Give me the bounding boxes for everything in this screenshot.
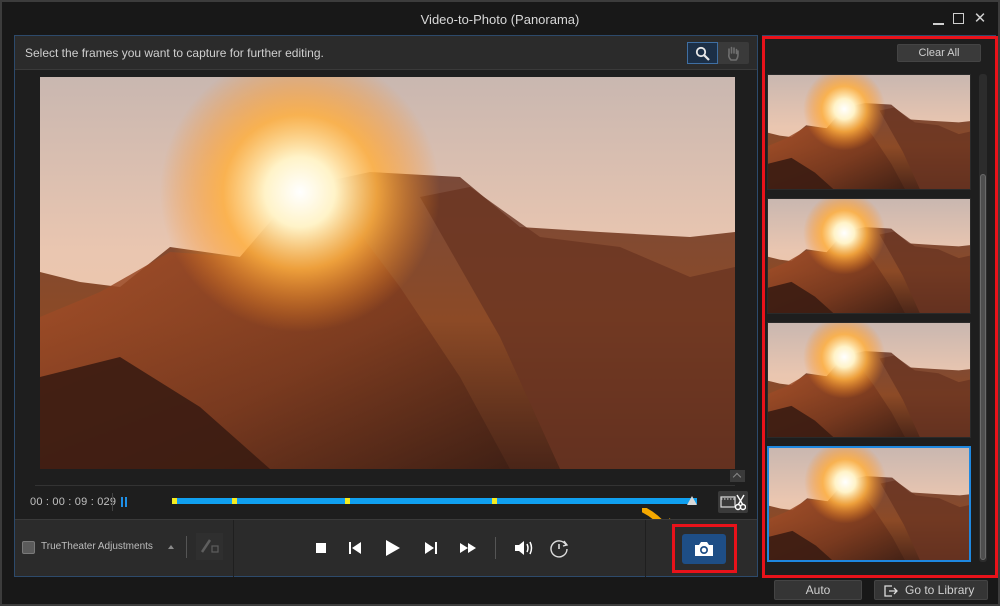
frame-image [768, 199, 971, 314]
collapse-button[interactable] [730, 470, 745, 482]
instruction-text: Select the frames you want to capture fo… [25, 46, 324, 60]
next-frame-button[interactable] [420, 537, 442, 559]
divider [645, 520, 646, 577]
timeline-slider[interactable] [172, 498, 697, 504]
go-to-library-label: Go to Library [905, 583, 975, 597]
caret-up-icon[interactable] [168, 545, 174, 549]
fast-forward-icon [460, 543, 476, 553]
playhead-handle[interactable] [686, 496, 697, 505]
truetheater-checkbox[interactable] [22, 541, 35, 554]
timecode: 00 : 00 : 09 : 029 [30, 496, 117, 508]
previous-frame-button[interactable] [344, 537, 366, 559]
captured-frames-panel: Clear All [762, 35, 996, 577]
auto-button[interactable]: Auto [774, 580, 862, 600]
captured-frame-thumbnail[interactable] [767, 198, 971, 314]
speed-gauge-icon [550, 540, 569, 558]
captured-frame-marker[interactable] [345, 498, 350, 504]
volume-button[interactable] [513, 537, 535, 559]
frame-image [768, 75, 971, 190]
volume-icon [515, 541, 533, 555]
trim-button[interactable] [718, 491, 748, 513]
hand-icon [727, 46, 739, 61]
frame-thumbnail-list [763, 74, 997, 564]
minimize-button[interactable] [930, 10, 948, 28]
export-icon [884, 585, 898, 597]
divider [35, 485, 735, 486]
magnifier-icon [695, 46, 710, 61]
captured-frame-thumbnail[interactable] [767, 446, 971, 562]
captured-frame-thumbnail[interactable] [767, 322, 971, 438]
zoom-tool-button[interactable] [687, 42, 718, 64]
instruction-bar: Select the frames you want to capture fo… [15, 36, 757, 70]
captured-frame-thumbnail[interactable] [767, 74, 971, 190]
previous-frame-icon [349, 542, 361, 554]
preview-frame-image [40, 77, 735, 469]
fast-forward-button[interactable] [457, 537, 479, 559]
control-bar: TrueTheater Adjustments [15, 519, 757, 577]
divider [186, 536, 187, 558]
preview-panel: Select the frames you want to capture fo… [14, 35, 758, 577]
capture-annotation-highlight [672, 524, 737, 573]
captured-frame-marker[interactable] [172, 498, 177, 504]
captured-frame-marker[interactable] [492, 498, 497, 504]
playback-speed-button[interactable] [548, 537, 570, 559]
play-button[interactable] [381, 537, 403, 559]
truetheater-edit-button[interactable] [196, 533, 223, 560]
stop-icon [316, 543, 326, 553]
go-to-library-button[interactable]: Go to Library [874, 580, 988, 600]
frame-image [768, 323, 971, 438]
divider [233, 520, 234, 577]
title-bar: Video-to-Photo (Panorama) ✕ [2, 2, 998, 36]
film-scissors-icon [720, 494, 746, 511]
window-title: Video-to-Photo (Panorama) [420, 12, 580, 27]
truetheater-label: TrueTheater Adjustments [41, 541, 153, 552]
scrollbar-thumb[interactable] [980, 174, 986, 560]
close-button[interactable]: ✕ [971, 10, 989, 28]
frame-image [769, 448, 971, 562]
scrollbar[interactable] [979, 74, 987, 562]
pan-tool-button[interactable] [718, 42, 749, 64]
next-frame-icon [425, 542, 437, 554]
divider [495, 537, 496, 559]
video-to-photo-window: Video-to-Photo (Panorama) ✕ Select the f… [0, 0, 1000, 606]
stop-button[interactable] [310, 537, 332, 559]
pencil-icon [200, 539, 219, 553]
play-icon [386, 540, 400, 556]
video-preview[interactable] [40, 77, 735, 469]
captured-frame-marker[interactable] [232, 498, 237, 504]
pause-indicator-icon [121, 497, 129, 507]
maximize-button[interactable] [950, 10, 968, 28]
divider [112, 493, 113, 511]
clear-all-button[interactable]: Clear All [897, 44, 981, 62]
close-icon: ✕ [973, 10, 987, 27]
view-tool-group [687, 42, 749, 64]
